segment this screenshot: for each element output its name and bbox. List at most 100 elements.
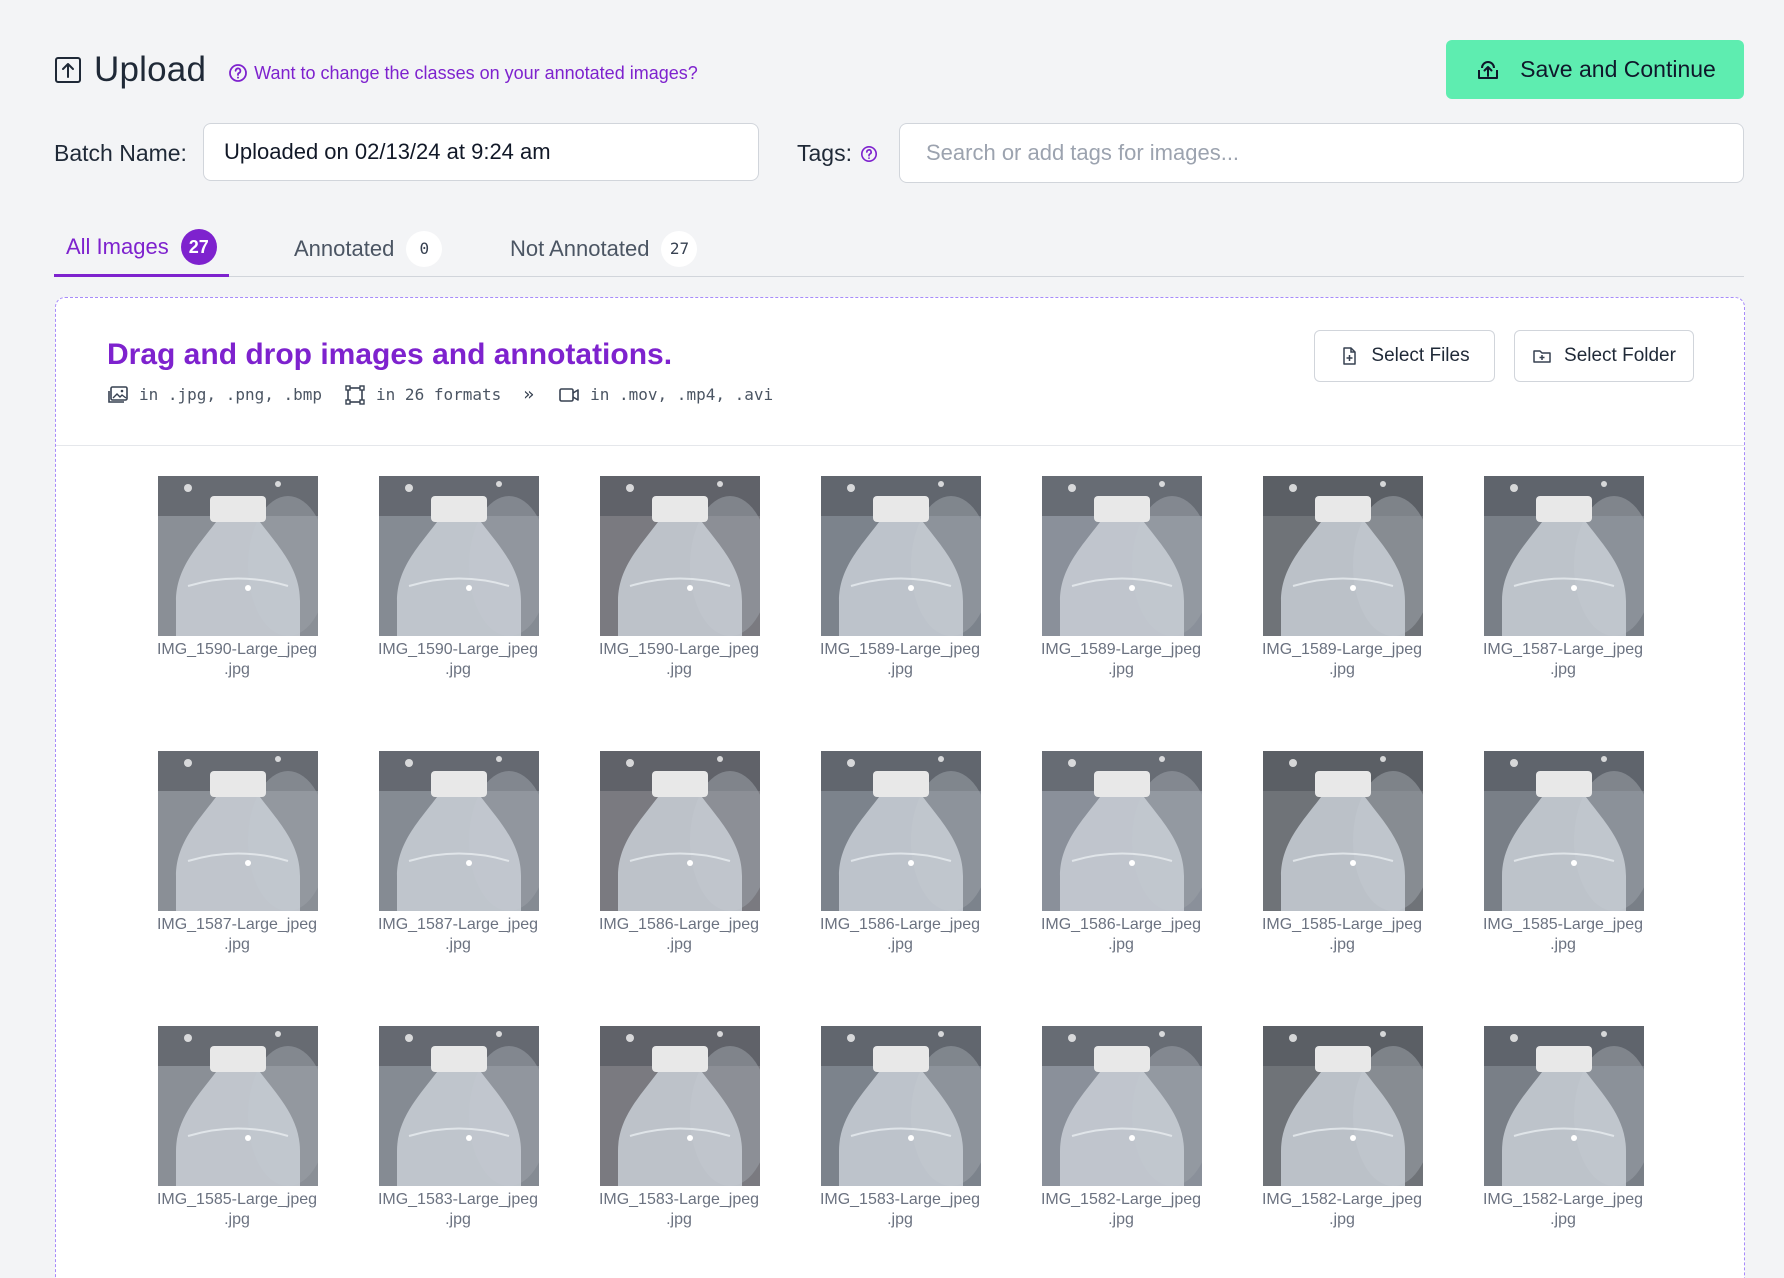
bottle-photo-icon xyxy=(1042,751,1202,911)
count-badge: 0 xyxy=(406,230,443,267)
select-files-button[interactable]: Select Files xyxy=(1314,330,1495,382)
image-filename-base: IMG_1586-Large_jpeg xyxy=(1040,916,1202,933)
image-preview xyxy=(600,476,760,636)
bottle-photo-icon xyxy=(1263,476,1423,636)
image-filename-ext: .jpg xyxy=(1550,1211,1576,1228)
count-badge: 27 xyxy=(180,229,217,265)
select-folder-label: Select Folder xyxy=(1564,345,1676,366)
image-filename-base: IMG_1590-Large_jpeg xyxy=(377,641,539,658)
question-circle-icon[interactable] xyxy=(860,145,878,163)
image-preview xyxy=(379,476,539,636)
annotation-formats: in 26 formats xyxy=(344,384,502,405)
image-preview xyxy=(821,751,981,911)
tab-annotated[interactable]: Annotated 0 xyxy=(294,220,443,277)
image-preview xyxy=(1263,751,1423,911)
bottle-photo-icon xyxy=(1042,1026,1202,1186)
image-filename-ext: .jpg xyxy=(887,936,913,953)
image-filename: IMG_1582-Large_jpeg .jpg xyxy=(1469,1190,1657,1230)
image-filename-base: IMG_1583-Large_jpeg xyxy=(598,1191,760,1208)
image-filename: IMG_1587-Large_jpeg .jpg xyxy=(143,915,331,955)
video-formats: in .mov, .mp4, .avi xyxy=(558,385,773,405)
bottle-photo-icon xyxy=(821,751,981,911)
images-icon xyxy=(108,385,128,403)
bottle-photo-icon xyxy=(1263,1026,1423,1186)
tab-label: All Images xyxy=(66,234,169,259)
bottle-photo-icon xyxy=(821,476,981,636)
image-preview xyxy=(1263,1026,1423,1186)
tags-search-input[interactable] xyxy=(899,123,1744,183)
bottle-photo-icon xyxy=(379,751,539,911)
image-filename-base: IMG_1590-Large_jpeg xyxy=(156,641,318,658)
image-filename-ext: .jpg xyxy=(887,661,913,678)
question-circle-icon xyxy=(229,64,248,82)
upload-icon xyxy=(54,56,82,84)
bottle-photo-icon xyxy=(1484,1026,1644,1186)
drop-zone[interactable]: Drag and drop images and annotations. in… xyxy=(55,297,1745,1278)
double-chevron-right-icon[interactable]: » xyxy=(523,384,534,405)
image-filename-base: IMG_1587-Large_jpeg xyxy=(156,916,318,933)
bottle-photo-icon xyxy=(379,476,539,636)
image-filename-base: IMG_1583-Large_jpeg xyxy=(377,1191,539,1208)
image-filename-ext: .jpg xyxy=(224,1211,250,1228)
image-preview xyxy=(600,751,760,911)
image-filename: IMG_1585-Large_jpeg .jpg xyxy=(1469,915,1657,955)
tab-all-images[interactable]: All Images 27 xyxy=(54,220,229,277)
image-filename-ext: .jpg xyxy=(887,1211,913,1228)
bottle-photo-icon xyxy=(1263,751,1423,911)
image-preview xyxy=(1484,1026,1644,1186)
bottle-photo-icon xyxy=(1484,751,1644,911)
image-filter-tabs: All Images 27 Annotated 0 Not Annotated … xyxy=(54,220,1744,277)
image-filename-base: IMG_1583-Large_jpeg xyxy=(819,1191,981,1208)
image-filename: IMG_1587-Large_jpeg .jpg xyxy=(1469,640,1657,680)
bottle-photo-icon xyxy=(158,751,318,911)
title-area: Upload Want to change the classes on you… xyxy=(54,50,698,90)
bounding-box-icon xyxy=(345,384,365,405)
image-filename-ext: .jpg xyxy=(1108,936,1134,953)
drop-zone-title: Drag and drop images and annotations. xyxy=(107,338,673,371)
image-filename: IMG_1582-Large_jpeg .jpg xyxy=(1248,1190,1436,1230)
bottle-photo-icon xyxy=(600,1026,760,1186)
image-preview xyxy=(600,1026,760,1186)
tab-not-annotated[interactable]: Not Annotated 27 xyxy=(510,220,698,277)
bottle-photo-icon xyxy=(1042,476,1202,636)
image-filename-ext: .jpg xyxy=(445,661,471,678)
header: Upload Want to change the classes on you… xyxy=(54,40,1744,100)
video-formats-text: in .mov, .mp4, .avi xyxy=(590,385,774,404)
select-files-label: Select Files xyxy=(1371,345,1470,366)
image-filename: IMG_1583-Large_jpeg .jpg xyxy=(364,1190,552,1230)
bottle-photo-icon xyxy=(158,1026,318,1186)
image-filename: IMG_1585-Large_jpeg .jpg xyxy=(143,1190,331,1230)
image-filename: IMG_1590-Large_jpeg .jpg xyxy=(364,640,552,680)
tab-label: Annotated xyxy=(294,235,395,261)
image-filename: IMG_1589-Large_jpeg .jpg xyxy=(1248,640,1436,680)
image-filename: IMG_1585-Large_jpeg .jpg xyxy=(1248,915,1436,955)
image-filename-base: IMG_1585-Large_jpeg xyxy=(1261,916,1423,933)
bottle-photo-icon xyxy=(600,751,760,911)
video-camera-icon xyxy=(559,387,579,402)
image-filename-base: IMG_1587-Large_jpeg xyxy=(377,916,539,933)
image-preview xyxy=(379,751,539,911)
annotation-formats-text: in 26 formats xyxy=(376,385,502,404)
image-filename-base: IMG_1589-Large_jpeg xyxy=(1261,641,1423,658)
select-folder-button[interactable]: Select Folder xyxy=(1514,330,1694,382)
image-filename-ext: .jpg xyxy=(1329,936,1355,953)
count-badge: 27 xyxy=(661,230,698,267)
tags-label-text: Tags: xyxy=(797,140,852,166)
bottle-photo-icon xyxy=(1484,476,1644,636)
image-filename: IMG_1590-Large_jpeg .jpg xyxy=(143,640,331,680)
image-formats: in .jpg, .png, .bmp xyxy=(107,385,322,405)
image-filename: IMG_1583-Large_jpeg .jpg xyxy=(806,1190,994,1230)
image-preview xyxy=(821,1026,981,1186)
tags-label: Tags: xyxy=(797,140,878,167)
image-filename-ext: .jpg xyxy=(666,1211,692,1228)
batch-name-input[interactable] xyxy=(203,123,759,181)
image-filename-ext: .jpg xyxy=(224,936,250,953)
save-and-continue-button[interactable]: Save and Continue xyxy=(1446,40,1744,99)
image-filename: IMG_1583-Large_jpeg .jpg xyxy=(585,1190,773,1230)
change-classes-link[interactable]: Want to change the classes on your annot… xyxy=(228,63,698,84)
image-preview xyxy=(1042,751,1202,911)
image-preview xyxy=(821,476,981,636)
bottle-photo-icon xyxy=(821,1026,981,1186)
cloud-upload-icon xyxy=(1478,60,1499,79)
supported-formats: in .jpg, .png, .bmp in 26 formats » in .… xyxy=(107,384,795,405)
